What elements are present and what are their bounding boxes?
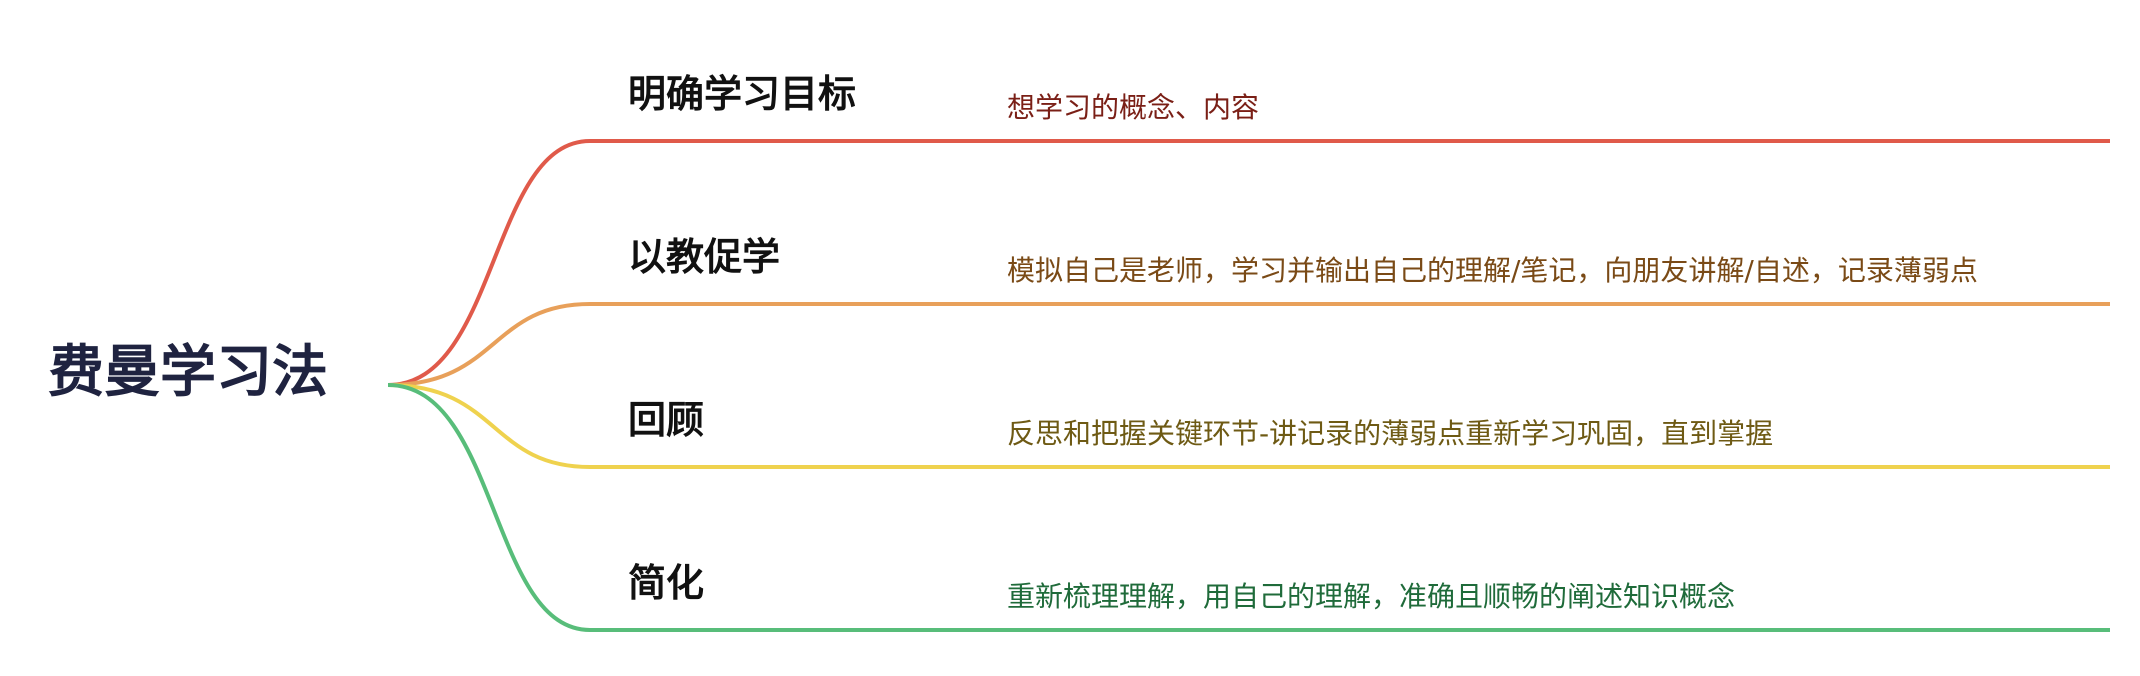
leaf-topic-goal[interactable]: 想学习的概念、内容 bbox=[1007, 94, 1259, 122]
leaf-topic-simplify[interactable]: 重新梳理理解，用自己的理解，准确且顺畅的阐述知识概念 bbox=[1007, 583, 1735, 611]
branch-topic-teach[interactable]: 以教促学 bbox=[628, 238, 780, 276]
branch-topic-goal[interactable]: 明确学习目标 bbox=[628, 75, 856, 113]
branch-topic-review[interactable]: 回顾 bbox=[628, 401, 704, 439]
branch-connector-teach bbox=[387, 302, 2110, 387]
leaf-topic-review[interactable]: 反思和把握关键环节-讲记录的薄弱点重新学习巩固，直到掌握 bbox=[1007, 420, 1773, 448]
root-topic[interactable]: 费曼学习法 bbox=[48, 345, 328, 401]
branch-topic-simplify[interactable]: 简化 bbox=[628, 564, 704, 602]
leaf-topic-teach[interactable]: 模拟自己是老师，学习并输出自己的理解/笔记，向朋友讲解/自述，记录薄弱点 bbox=[1007, 257, 1978, 285]
